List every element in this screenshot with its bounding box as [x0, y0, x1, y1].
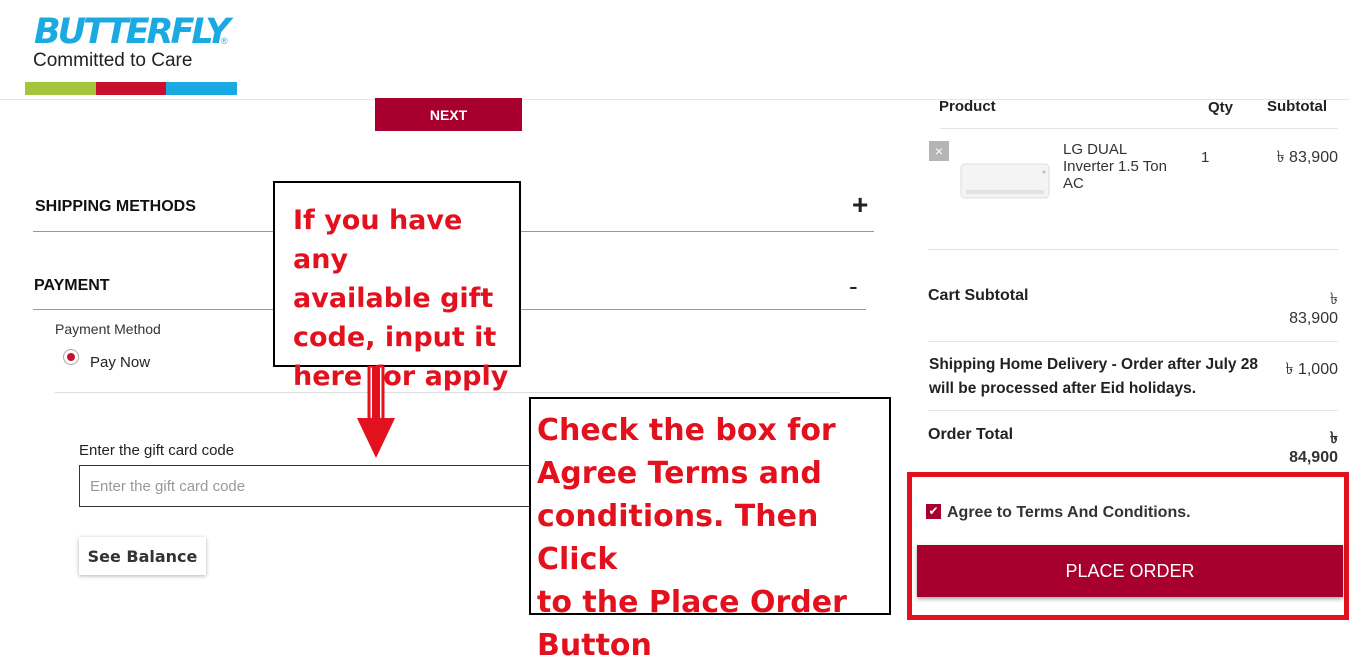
cart-subtotal-divider — [928, 341, 1338, 342]
annotation-line: Check the box for — [537, 413, 836, 448]
product-column-header: Product — [939, 98, 996, 115]
payment-method-label: Payment Method — [55, 321, 161, 337]
logo-registered-mark: ® — [221, 36, 228, 46]
shipping-expand-icon[interactable]: + — [852, 190, 868, 220]
order-total-value: 84,900 — [1289, 449, 1338, 466]
item-divider — [928, 249, 1338, 250]
product-name-line: LG DUAL — [1063, 141, 1128, 158]
annotation-line: Button — [537, 628, 652, 663]
shipping-methods-title[interactable]: SHIPPING METHODS — [35, 198, 196, 216]
place-order-annotation: Check the box for Agree Terms and condit… — [529, 397, 891, 663]
shipping-label-line2: will be processed after Eid holidays. — [929, 380, 1197, 397]
gift-code-annotation: If you have any available gift code, inp… — [273, 181, 521, 392]
order-total-currency: ৳ — [1330, 430, 1338, 447]
gift-card-label: Enter the gift card code — [79, 442, 235, 459]
next-button[interactable]: NEXT — [375, 98, 522, 131]
annotation-line: to the Place Order — [537, 585, 847, 620]
summary-header-divider — [940, 128, 1338, 129]
product-qty: 1 — [1201, 149, 1210, 166]
annotation-arrow-down-icon — [357, 366, 395, 458]
product-name[interactable]: LG DUAL Inverter 1.5 Ton AC — [1063, 141, 1167, 192]
cart-subtotal-currency: ৳ — [1330, 291, 1338, 308]
payment-collapse-icon[interactable]: - — [849, 272, 858, 300]
annotation-line: code, input it — [293, 322, 497, 353]
gift-card-input[interactable] — [79, 465, 539, 507]
product-subtotal: ৳ 83,900 — [1276, 149, 1338, 166]
subtotal-column-header: Subtotal — [1267, 98, 1327, 115]
shipping-label-line1: Shipping Home Delivery - Order after Jul… — [929, 356, 1259, 373]
product-name-line: Inverter 1.5 Ton — [1063, 158, 1167, 175]
see-balance-button[interactable]: See Balance — [79, 537, 206, 575]
agree-terms-label[interactable]: Agree to Terms And Conditions. — [947, 504, 1191, 522]
shipping-divider-summary — [928, 410, 1338, 411]
logo-wordmark: BUTTERFLY — [34, 12, 231, 52]
logo-stripe-red — [96, 82, 166, 95]
shipping-value: ৳ 1,000 — [1285, 361, 1338, 378]
place-order-button[interactable]: PLACE ORDER — [917, 545, 1343, 597]
pay-now-label[interactable]: Pay Now — [90, 354, 150, 371]
annotation-line: Agree Terms and — [537, 456, 822, 491]
logo-tagline: Committed to Care — [33, 50, 193, 71]
butterfly-logo[interactable]: BUTTERFLY ® Committed to Care — [25, 12, 237, 96]
logo-stripe-green — [25, 82, 96, 95]
cart-subtotal-value: 83,900 — [1289, 310, 1338, 327]
product-image[interactable] — [958, 160, 1052, 202]
qty-column-header: Qty — [1208, 99, 1234, 116]
order-total-label: Order Total — [928, 426, 1014, 443]
pay-now-radio[interactable] — [63, 349, 79, 365]
annotation-line: If you have any — [293, 205, 463, 275]
annotation-line: here for apply — [293, 361, 509, 392]
product-name-line: AC — [1063, 175, 1084, 192]
logo-stripe-blue — [166, 82, 237, 95]
annotation-line: conditions. Then Click — [537, 499, 819, 577]
payment-title[interactable]: PAYMENT — [34, 277, 110, 295]
agree-terms-checkbox[interactable]: ✔ — [926, 504, 941, 519]
annotation-line: available gift — [293, 283, 494, 314]
remove-item-icon[interactable]: × — [929, 141, 949, 161]
cart-subtotal-label: Cart Subtotal — [928, 287, 1029, 304]
